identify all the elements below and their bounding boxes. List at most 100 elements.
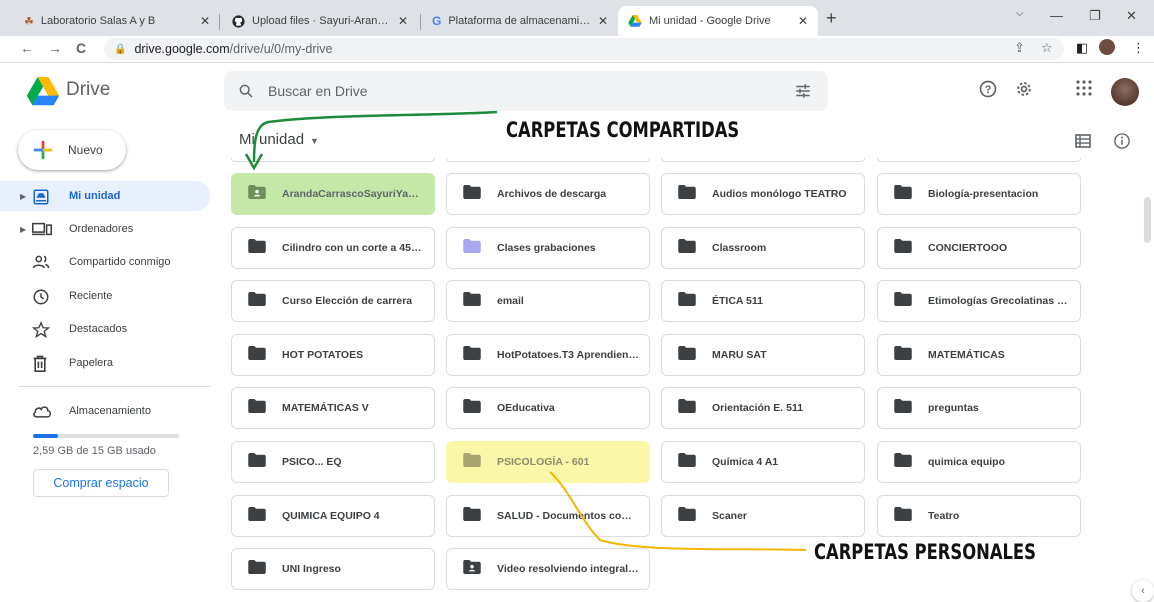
browser-tab-bar: ☘ Laboratorio Salas A y B ✕ Upload files… xyxy=(0,0,1154,36)
folder-card[interactable]: MATEMÁTICAS xyxy=(877,334,1081,376)
sidebar-item-destacados[interactable]: Destacados xyxy=(0,314,210,344)
storage-usage-fill xyxy=(33,434,58,438)
reload-button[interactable]: C xyxy=(76,40,86,56)
drive-logo-icon[interactable] xyxy=(26,77,60,106)
folder-card[interactable]: Archivos de descarga xyxy=(446,173,650,215)
list-view-icon[interactable] xyxy=(1074,132,1092,150)
expand-arrow-icon[interactable]: ▶ xyxy=(20,192,26,201)
sidebar-item-storage[interactable]: Almacenamiento xyxy=(0,396,210,426)
close-tab-icon[interactable]: ✕ xyxy=(398,14,408,28)
folder-name: Teatro xyxy=(928,510,960,522)
side-panel-icon[interactable]: ◧ xyxy=(1076,40,1088,56)
browser-tab[interactable]: ☘ Laboratorio Salas A y B ✕ xyxy=(14,6,220,36)
folder-card[interactable]: Curso Elección de carrera xyxy=(231,280,435,322)
account-avatar[interactable] xyxy=(1111,78,1139,106)
folder-card[interactable]: ÉTICA 511 xyxy=(661,280,865,322)
expand-arrow-icon[interactable]: ▶ xyxy=(20,225,26,234)
profile-avatar[interactable] xyxy=(1099,39,1115,55)
folder-card[interactable]: ArandaCarrascoSayuriYamil... xyxy=(231,173,435,215)
folder-name: HOT POTATOES xyxy=(282,349,364,361)
close-window-button[interactable]: ✕ xyxy=(1126,8,1137,24)
app-name[interactable]: Drive xyxy=(66,79,110,101)
apps-grid-icon[interactable] xyxy=(1075,79,1093,97)
folder-card[interactable]: Química 4 A1 xyxy=(661,441,865,483)
folder-card[interactable]: Biología-presentacion xyxy=(877,173,1081,215)
tab-title: Plataforma de almacenamiento p xyxy=(448,15,592,27)
folder-name: preguntas xyxy=(928,402,979,414)
search-icon[interactable] xyxy=(238,83,254,99)
bookmark-star-icon[interactable]: ☆ xyxy=(1041,40,1053,56)
folder-card[interactable]: Clases grabaciones xyxy=(446,227,650,269)
tab-search-icon[interactable]: ⌵ xyxy=(1016,8,1024,19)
restore-button[interactable]: ❐ xyxy=(1089,8,1101,24)
github-icon xyxy=(232,14,245,28)
folder-card[interactable]: SALUD - Documentos comp... xyxy=(446,495,650,537)
folder-icon xyxy=(678,506,696,526)
close-tab-icon[interactable]: ✕ xyxy=(798,14,808,28)
info-icon[interactable] xyxy=(1113,132,1131,150)
close-tab-icon[interactable]: ✕ xyxy=(598,14,608,28)
url-field[interactable]: 🔒 drive.google.com/drive/u/0/my-drive xyxy=(104,38,1064,60)
folder-card[interactable]: MATEMÁTICAS V xyxy=(231,387,435,429)
folder-card[interactable]: quimica equipo xyxy=(877,441,1081,483)
folder-name: ÉTICA 511 xyxy=(712,295,763,307)
search-box xyxy=(224,71,828,111)
folder-card[interactable]: Etimologías Grecolatinas 511 xyxy=(877,280,1081,322)
minimize-button[interactable]: — xyxy=(1050,8,1063,23)
tab-title: Mi unidad - Google Drive xyxy=(649,15,771,27)
folder-card[interactable]: Orientación E. 511 xyxy=(661,387,865,429)
folder-name: OEducativa xyxy=(497,402,555,414)
new-button[interactable]: Nuevo xyxy=(18,130,126,170)
folder-card[interactable]: email xyxy=(446,280,650,322)
search-options-icon[interactable] xyxy=(794,82,812,100)
sidebar-item-reciente[interactable]: Reciente xyxy=(0,281,210,311)
folder-card[interactable]: HOT POTATOES xyxy=(231,334,435,376)
folder-card[interactable]: UNI Ingreso xyxy=(231,548,435,590)
folder-card[interactable]: Audios monólogo TEATRO xyxy=(661,173,865,215)
share-icon[interactable]: ⇪ xyxy=(1014,40,1025,56)
scrollbar-thumb[interactable] xyxy=(1144,197,1151,243)
folder-card[interactable]: PSICOLOGÍA - 601 xyxy=(446,441,650,483)
sidebar-item-papelera[interactable]: Papelera xyxy=(0,348,210,378)
new-tab-button[interactable]: + xyxy=(826,8,837,29)
folder-name: Clases grabaciones xyxy=(497,242,596,254)
browser-tab[interactable]: G Plataforma de almacenamiento p ✕ xyxy=(422,6,618,36)
close-tab-icon[interactable]: ✕ xyxy=(200,14,210,28)
plus-icon xyxy=(33,140,53,160)
settings-gear-icon[interactable] xyxy=(1014,79,1034,99)
sidebar-item-mi-unidad[interactable]: ▶ Mi unidad xyxy=(0,181,210,211)
lock-icon: 🔒 xyxy=(114,43,127,55)
sidebar-item-compartido-conmigo[interactable]: Compartido conmigo xyxy=(0,247,210,277)
buy-storage-button[interactable]: Comprar espacio xyxy=(33,469,169,497)
browser-tab[interactable]: Upload files · Sayuri-ArandaC30/ ✕ xyxy=(222,6,418,36)
folder-icon xyxy=(678,291,696,311)
help-icon[interactable]: ? xyxy=(978,79,998,99)
folder-card[interactable]: preguntas xyxy=(877,387,1081,429)
folder-card[interactable]: OEducativa xyxy=(446,387,650,429)
shared-folder-icon xyxy=(463,559,481,579)
folder-card[interactable]: Teatro xyxy=(877,495,1081,537)
folder-name: Biología-presentacion xyxy=(928,188,1039,200)
sidebar-item-ordenadores[interactable]: ▶ Ordenadores xyxy=(0,214,210,244)
sidebar-item-label: Papelera xyxy=(69,357,114,369)
collapse-side-panel-button[interactable]: ‹ xyxy=(1132,580,1154,602)
folder-name: PSICOLOGÍA - 601 xyxy=(497,456,590,468)
folder-card[interactable]: Classroom xyxy=(661,227,865,269)
folder-card[interactable]: Scaner xyxy=(661,495,865,537)
browser-menu-icon[interactable]: ⋮ xyxy=(1132,40,1145,56)
forward-button[interactable]: → xyxy=(48,40,62,56)
folder-card[interactable]: MARU SAT xyxy=(661,334,865,376)
folder-card[interactable]: Cilindro con un corte a 45° -... xyxy=(231,227,435,269)
back-button[interactable]: ← xyxy=(20,40,34,56)
browser-tab-active[interactable]: Mi unidad - Google Drive ✕ xyxy=(618,6,818,36)
folder-card[interactable]: CONCIERTOOO xyxy=(877,227,1081,269)
search-input[interactable] xyxy=(268,83,748,99)
folder-icon xyxy=(463,345,481,365)
folder-card[interactable]: HotPotatoes.T3 Aprendiend... xyxy=(446,334,650,376)
folder-card[interactable]: PSICO... EQ xyxy=(231,441,435,483)
sidebar-item-label: Compartido conmigo xyxy=(69,256,171,268)
folder-card[interactable]: QUIMICA EQUIPO 4 xyxy=(231,495,435,537)
page-title-dropdown[interactable]: Mi unidad ▼ xyxy=(239,131,319,148)
personal-folders-annotation: CARPETAS PERSONALES xyxy=(814,540,1036,564)
folder-card[interactable]: Video resolviendo integral - ... xyxy=(446,548,650,590)
